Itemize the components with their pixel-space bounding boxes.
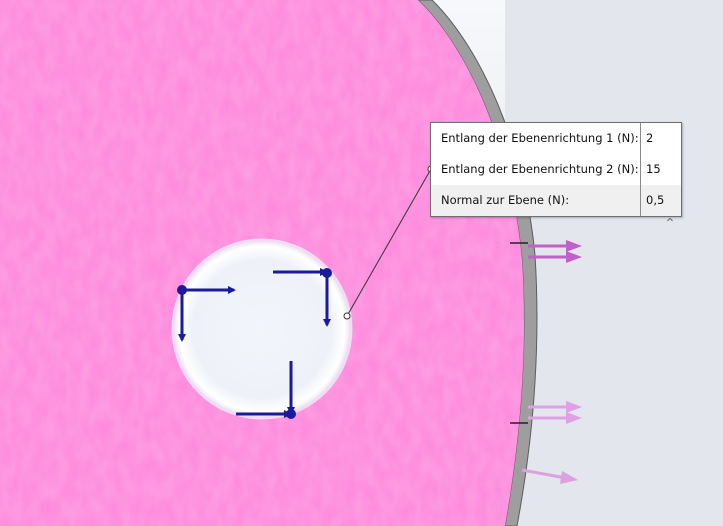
chevron-up-icon[interactable]: ⌃ (662, 216, 678, 232)
hole (171, 238, 353, 420)
callout-row-normal[interactable]: Normal zur Ebene (N): 0,5 (431, 185, 681, 216)
callout-value[interactable]: 15 (646, 162, 661, 176)
callout-label: Normal zur Ebene (N): (441, 193, 570, 207)
leader-anchor (343, 312, 351, 320)
graphics-viewport[interactable]: Entlang der Ebenenrichtung 1 (N): 2 Entl… (0, 0, 723, 526)
force-callout[interactable]: Entlang der Ebenenrichtung 1 (N): 2 Entl… (430, 122, 682, 217)
callout-label: Entlang der Ebenenrichtung 2 (N): (441, 162, 639, 176)
callout-value[interactable]: 0,5 (646, 193, 664, 207)
callout-value[interactable]: 2 (646, 131, 653, 145)
callout-row-direction-2[interactable]: Entlang der Ebenenrichtung 2 (N): 15 (431, 154, 681, 185)
callout-label: Entlang der Ebenenrichtung 1 (N): (441, 131, 639, 145)
model-scene (0, 0, 723, 526)
side-face (505, 0, 723, 526)
callout-divider (640, 123, 641, 216)
callout-row-direction-1[interactable]: Entlang der Ebenenrichtung 1 (N): 2 (431, 123, 681, 154)
